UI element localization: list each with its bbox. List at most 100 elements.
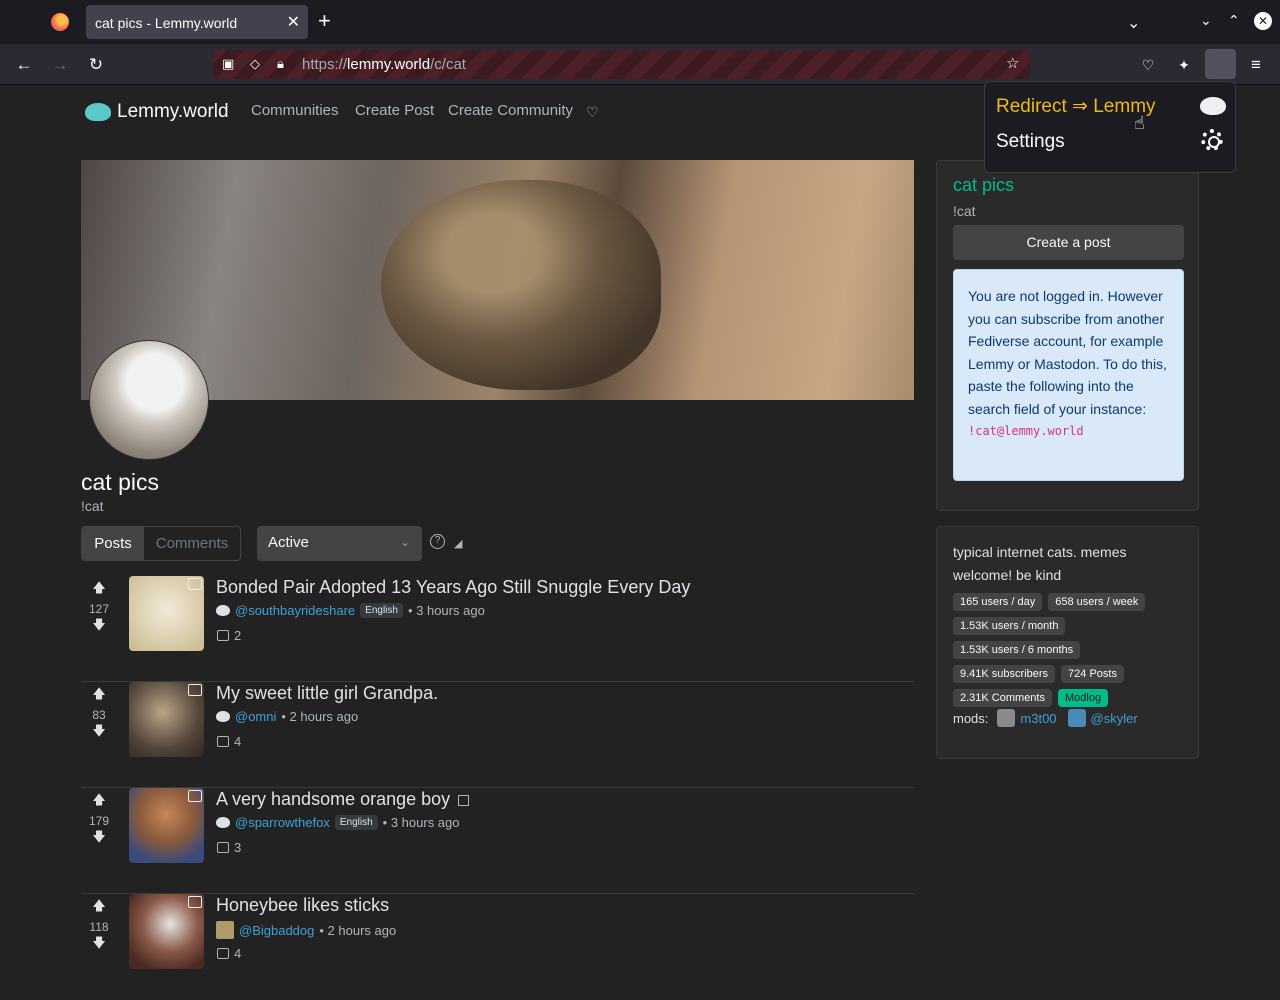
upvote-icon[interactable]: 🡅 <box>81 791 117 813</box>
bookmark-star-icon[interactable]: ☆ <box>1006 54 1019 72</box>
comment-count: 4 <box>234 734 242 749</box>
post-thumbnail[interactable] <box>129 576 204 651</box>
active-tab[interactable]: cat pics - Lemmy.world ✕ <box>86 5 308 39</box>
post-thumbnail[interactable] <box>129 682 204 757</box>
mouse-cursor-icon: ☝ <box>1134 113 1145 133</box>
user-avatar-icon <box>216 711 230 722</box>
post-comments[interactable]: 2 <box>217 628 241 643</box>
redirect-to-lemmy-option[interactable]: Redirect ⇒ Lemmy <box>996 95 1156 118</box>
post-title[interactable]: My sweet little girl Grandpa. <box>216 683 438 704</box>
lemmy-logo-icon <box>85 103 111 121</box>
gear-icon[interactable] <box>1201 129 1223 151</box>
tab-list-chevron-icon[interactable]: ⌄ <box>1127 13 1140 33</box>
post-comments[interactable]: 4 <box>217 946 241 961</box>
extensions-icon[interactable]: ✦ <box>1172 53 1196 77</box>
sort-select[interactable]: Active ⌄ <box>257 526 422 561</box>
post-title[interactable]: Honeybee likes sticks <box>216 895 389 916</box>
sort-value: Active <box>268 534 309 551</box>
upvote-icon[interactable]: 🡅 <box>81 897 117 919</box>
crosspost-icon[interactable] <box>458 794 470 806</box>
reload-icon[interactable]: ↻ <box>84 53 108 77</box>
maximize-icon[interactable]: ⌃ <box>1228 12 1240 29</box>
nav-communities[interactable]: Communities <box>251 102 339 119</box>
comment-count: 3 <box>234 840 242 855</box>
page: Lemmy.world Communities Create Post Crea… <box>0 85 1280 972</box>
firefox-icon[interactable] <box>51 13 69 31</box>
vote-column: 🡅 179 🡇 <box>81 788 117 850</box>
mod-avatar <box>1067 709 1086 727</box>
post-score: 118 <box>89 920 109 934</box>
post-item: 🡅 127 🡇 Bonded Pair Adopted 13 Years Ago… <box>81 576 914 682</box>
back-icon[interactable]: ← <box>12 53 36 77</box>
post-title[interactable]: Bonded Pair Adopted 13 Years Ago Still S… <box>216 577 690 598</box>
post-title[interactable]: A very handsome orange boy <box>216 789 470 810</box>
close-tab-icon[interactable]: ✕ <box>287 12 300 32</box>
url-bar[interactable]: ▣ ◇ 🔒︎ https://lemmy.world/c/cat ☆ <box>213 50 1030 79</box>
post-author[interactable]: @omni <box>235 709 276 724</box>
language-badge: English <box>334 815 378 830</box>
community-banner <box>81 160 914 400</box>
stat-badge: 658 users / week <box>1048 593 1146 611</box>
post-item: 🡅 118 🡇 Honeybee likes sticks @Bigbaddog… <box>81 894 914 1000</box>
nav-create-post[interactable]: Create Post <box>355 102 434 119</box>
vote-column: 🡅 118 🡇 <box>81 894 117 956</box>
post-author[interactable]: @Bigbaddog <box>239 923 314 938</box>
rss-icon[interactable]: ◢ <box>454 537 462 550</box>
robot-icon[interactable]: ▣ <box>222 56 234 72</box>
tab-posts[interactable]: Posts <box>82 527 144 560</box>
tab-comments[interactable]: Comments <box>144 527 240 560</box>
modlog-link[interactable]: Modlog <box>1057 689 1109 707</box>
upvote-icon[interactable]: 🡅 <box>81 685 117 707</box>
post-thumbnail[interactable] <box>129 788 204 863</box>
minimize-icon[interactable]: ⌄ <box>1200 12 1212 29</box>
mod-link[interactable]: m3t00 <box>1020 711 1056 726</box>
nav-create-community[interactable]: Create Community <box>448 102 573 119</box>
downvote-icon[interactable]: 🡇 <box>81 616 117 638</box>
donate-heart-icon[interactable]: ♡ <box>586 104 599 121</box>
image-icon <box>188 790 202 802</box>
mods-label: mods: <box>953 710 989 726</box>
comment-count: 4 <box>234 946 242 961</box>
help-icon[interactable]: ? <box>430 534 445 549</box>
post-thumbnail[interactable] <box>129 894 204 969</box>
lemmy-logo-icon <box>1200 97 1226 115</box>
community-sidebar-card: cat pics !cat Create a post You are not … <box>936 160 1199 511</box>
post-author[interactable]: @southbayrideshare <box>235 603 355 618</box>
pocket-icon[interactable]: ♡ <box>1136 53 1160 77</box>
user-avatar-icon <box>216 817 230 828</box>
vote-column: 🡅 127 🡇 <box>81 576 117 638</box>
create-post-button[interactable]: Create a post <box>953 225 1184 260</box>
post-meta: @sparrowthefox English • 3 hours ago <box>216 815 460 830</box>
downvote-icon[interactable]: 🡇 <box>81 934 117 956</box>
post-time: • 2 hours ago <box>319 922 397 938</box>
post-score: 127 <box>88 602 110 616</box>
post-comments[interactable]: 4 <box>217 734 241 749</box>
community-address: !cat@lemmy.world <box>968 424 1084 438</box>
shield-icon[interactable]: ◇ <box>250 56 260 72</box>
comment-count: 2 <box>234 628 242 643</box>
new-tab-button[interactable]: + <box>318 10 331 32</box>
menu-icon[interactable]: ≡ <box>1244 53 1268 77</box>
post-time: • 3 hours ago <box>407 603 485 618</box>
post-author[interactable]: @sparrowthefox <box>235 815 330 830</box>
tab-title: cat pics - Lemmy.world <box>95 15 238 31</box>
redirector-extension-button[interactable] <box>1205 49 1236 79</box>
stat-badge: 2.31K Comments <box>953 689 1052 707</box>
site-name: Lemmy.world <box>117 101 229 122</box>
community-info-card: typical internet cats. memes welcome! be… <box>936 526 1199 759</box>
mod-link[interactable]: @skyler <box>1091 711 1138 726</box>
post-time: • 2 hours ago <box>281 709 359 724</box>
downvote-icon[interactable]: 🡇 <box>81 828 117 850</box>
upvote-icon[interactable]: 🡅 <box>81 579 117 601</box>
site-brand[interactable]: Lemmy.world <box>85 101 229 123</box>
sidebar-community-title[interactable]: cat pics <box>953 175 1014 196</box>
forward-icon[interactable]: → <box>48 53 72 77</box>
window-close-icon[interactable]: ✕ <box>1254 12 1272 30</box>
settings-option[interactable]: Settings <box>996 131 1065 153</box>
post-comments[interactable]: 3 <box>217 840 241 855</box>
url-text[interactable]: https://lemmy.world/c/cat <box>302 56 466 73</box>
user-avatar-icon <box>216 921 234 939</box>
lock-icon[interactable]: 🔒︎ <box>277 56 284 72</box>
chevron-down-icon: ⌄ <box>399 535 410 549</box>
downvote-icon[interactable]: 🡇 <box>81 722 117 744</box>
